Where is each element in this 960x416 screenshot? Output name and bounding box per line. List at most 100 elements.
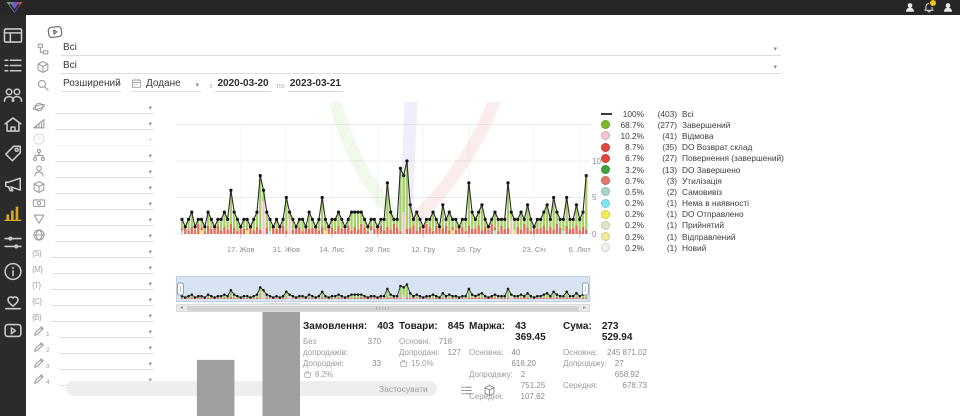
stat-title: Сума:	[563, 321, 592, 343]
filter-select[interactable]: ▾	[55, 132, 154, 146]
filter-select[interactable]: ▾	[55, 212, 154, 226]
filter-select[interactable]: ▾	[55, 100, 154, 114]
video-tag-icon[interactable]	[43, 23, 67, 42]
stat-sub-value: 2 751.25	[521, 369, 545, 391]
profile-icon[interactable]	[904, 1, 916, 13]
product-filter-select[interactable]: Всі ▾	[61, 60, 781, 74]
pencil-icon	[32, 340, 46, 354]
legend-percent: 10.2%	[615, 131, 644, 141]
filter-select[interactable]: ▾	[55, 148, 154, 162]
legend-percent: 0.2%	[615, 209, 644, 219]
sidebar-item-sliders-icon[interactable]	[0, 232, 26, 253]
sidebar-item-users-icon[interactable]	[0, 84, 26, 105]
scrollbar-thumb[interactable]	[187, 306, 579, 311]
status-filter-select[interactable]: Всі ▾	[61, 42, 781, 56]
filter-select[interactable]: ▾	[55, 116, 154, 130]
filter-select[interactable]: ▾	[55, 180, 154, 194]
pencil-sub-index: 4	[46, 379, 50, 386]
pencil-sub-index: 3	[46, 363, 50, 370]
legend-item[interactable]: 0.2%(1)Новий	[601, 242, 784, 253]
legend-item[interactable]: 10.2%(41)Відмова	[601, 130, 784, 141]
legend-item[interactable]: 3.2%(13)DO Завершено	[601, 164, 784, 175]
chart-navigator[interactable]	[176, 276, 590, 302]
x-tick-label: 26. Гру	[452, 245, 486, 254]
legend-percent: 0.2%	[615, 220, 644, 230]
bell-icon[interactable]	[923, 1, 935, 13]
orders-chart[interactable]	[176, 102, 590, 242]
legend-swatch-icon	[601, 232, 610, 241]
sidebar-item-video-icon[interactable]	[0, 320, 26, 341]
scroll-right-icon[interactable]: ▸	[580, 305, 589, 311]
legend-label: Відмова	[682, 131, 713, 141]
pencil-icon	[32, 356, 46, 370]
sidebar-item-loyalty-icon[interactable]	[0, 291, 26, 312]
legend-item[interactable]: 0.2%(1)Прийнятий	[601, 220, 784, 231]
pencil-sub-index: 1	[46, 331, 50, 338]
scrollbar-grip	[376, 307, 390, 310]
legend-percent: 6.7%	[615, 153, 644, 163]
sidebar-item-orders-list-icon[interactable]	[0, 55, 26, 76]
sidebar-item-store-icon[interactable]	[0, 114, 26, 135]
list-view-icon[interactable]	[460, 384, 473, 397]
legend-count: (277)	[647, 120, 677, 130]
stat-title: Маржа:	[469, 321, 505, 343]
legend-label: Завершений	[682, 120, 730, 130]
legend-item[interactable]: 0.7%(3)Утилізація	[601, 175, 784, 186]
legend-label: Прийнятий	[682, 220, 724, 230]
chart-scrollbar[interactable]: ◂ ▸	[176, 304, 590, 312]
filter-select[interactable]: ▾	[55, 164, 154, 178]
account-icon[interactable]	[942, 1, 954, 13]
filter-select[interactable]: ▾	[55, 196, 154, 210]
legend-label: Повернення (завершений)	[682, 153, 784, 163]
sidebar-item-price-tag-icon[interactable]	[0, 143, 26, 164]
x-tick-label: 12. Гру	[406, 245, 440, 254]
package-icon	[36, 60, 50, 74]
x-tick-label: 14. Лис	[315, 245, 349, 254]
stat-value: 43 369.45	[515, 321, 546, 343]
legend-count: (1)	[647, 232, 677, 242]
legend-percent: 0.2%	[615, 232, 644, 242]
scroll-left-icon[interactable]: ◂	[177, 305, 186, 311]
date-to-prefix: по	[277, 81, 285, 90]
package-icon	[32, 180, 46, 194]
stat-sub-label: Основна:	[469, 347, 503, 369]
legend-label: Всі	[682, 109, 694, 119]
legend-item[interactable]: 0.2%(1)Нема в наявності	[601, 198, 784, 209]
date-field-select[interactable]: Додане ▾	[131, 78, 201, 92]
stat-sub-value: 107.62	[521, 391, 545, 402]
x-tick-label: 23. Січ	[517, 245, 551, 254]
package-view-icon[interactable]	[483, 384, 496, 397]
brand-logo-icon[interactable]	[5, 1, 24, 14]
date-to-input[interactable]: 2023-03-21	[288, 78, 343, 92]
legend-swatch-icon	[601, 176, 610, 185]
legend-item[interactable]: 6.7%(27)Повернення (завершений)	[601, 153, 784, 164]
money-icon	[32, 196, 46, 210]
y-tick-label: 5	[592, 193, 596, 202]
legend-item[interactable]: 0.2%(1)DO Отправлено	[601, 209, 784, 220]
chart-legend: 100%(403)Всі68.7%(277)Завершений10.2%(41…	[601, 108, 784, 253]
chevron-down-icon: ▾	[773, 63, 777, 71]
legend-item[interactable]: 8.7%(35)DO Возврат склад	[601, 142, 784, 153]
filter-panel-row-funnel: ▾	[32, 212, 154, 226]
stat-sub-label: Середня:	[563, 380, 598, 391]
search-icon[interactable]	[36, 78, 50, 92]
legend-swatch-icon	[601, 243, 610, 252]
svg-text:?: ?	[37, 137, 41, 144]
sidebar-item-dashboard-icon[interactable]	[0, 25, 26, 46]
sidebar-item-megaphone-icon[interactable]	[0, 173, 26, 194]
search-mode-select[interactable]: Розширений ▾	[61, 78, 121, 92]
legend-item[interactable]: 0.2%(1)Відправлений	[601, 231, 784, 242]
chevron-down-icon: ▾	[148, 216, 152, 224]
chevron-down-icon: ▾	[148, 152, 152, 160]
filter-row-search: Розширений ▾ Додане ▾ з 2020-03-20 по 20…	[36, 78, 343, 92]
legend-swatch-icon	[601, 221, 610, 230]
filter-panel-row-planet: ▾	[32, 100, 154, 114]
legend-item[interactable]: 100%(403)Всі	[601, 108, 784, 119]
sidebar-item-info-icon[interactable]	[0, 261, 26, 282]
date-from-input[interactable]: 2020-03-20	[215, 78, 270, 92]
legend-item[interactable]: 0.5%(2)Самовивіз	[601, 186, 784, 197]
sidebar-item-analytics-chart-icon[interactable]	[0, 202, 26, 223]
chevron-down-icon: ▾	[117, 81, 121, 89]
legend-item[interactable]: 68.7%(277)Завершений	[601, 119, 784, 130]
stat-title: Товари:	[399, 321, 438, 332]
